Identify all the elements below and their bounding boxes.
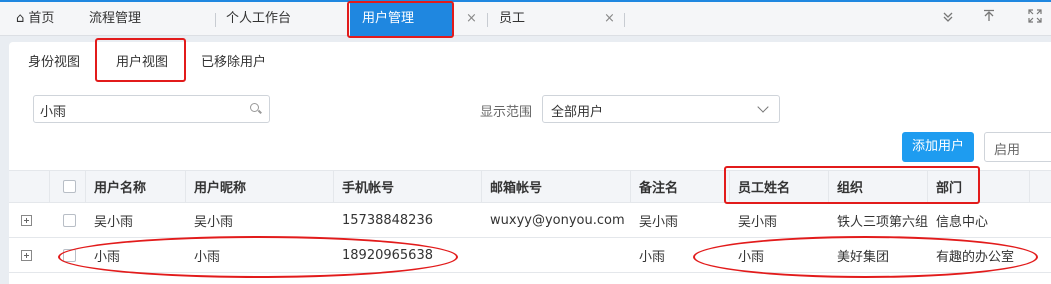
display-range-label: 显示范围 — [480, 105, 533, 120]
tab-personal-workbench[interactable]: 个人工作台 — [226, 2, 291, 36]
cell-nickname: 吴小雨 — [194, 214, 234, 230]
row-expand-cell — [9, 203, 50, 237]
column-header[interactable]: 手机帐号 — [334, 171, 482, 202]
add-user-button[interactable]: 添加用户 — [902, 132, 974, 162]
cell-user-name: 吴小雨 — [94, 214, 134, 230]
home-icon: ⌂ — [16, 11, 25, 26]
search-icon[interactable] — [250, 103, 259, 112]
tab-user-management-close[interactable]: × — [466, 2, 477, 36]
status-select[interactable]: 启用 — [984, 132, 1051, 162]
row-expand-cell — [9, 238, 50, 272]
column-header[interactable]: 用户昵称 — [186, 171, 334, 202]
column-header[interactable]: 用户名称 — [86, 171, 186, 202]
tab-employee-close[interactable]: × — [604, 2, 615, 36]
cell-department: 信息中心 — [936, 214, 989, 230]
search-input[interactable]: 小雨 — [33, 95, 270, 123]
tab-label: 流程管理 — [89, 11, 142, 26]
expand-icon[interactable] — [1024, 8, 1046, 30]
row-checkbox-cell — [50, 203, 86, 237]
cell-phone: 18920965638 — [342, 247, 433, 263]
cell-organization: 铁人三项第六组 — [837, 214, 928, 230]
cell-user-name: 小雨 — [94, 249, 121, 265]
tab-employee[interactable]: 员工 — [499, 2, 525, 36]
search-input-value: 小雨 — [40, 105, 67, 120]
close-icon: × — [604, 11, 615, 26]
cell-employee-name: 小雨 — [738, 249, 765, 265]
main-panel: 身份视图 用户视图 已移除用户 小雨 显示范围 全部用户 添加用户 启用 用户名… — [9, 42, 1051, 284]
row-checkbox-cell — [50, 238, 86, 272]
tab-divider — [215, 13, 216, 27]
cell-phone: 15738848236 — [342, 212, 433, 228]
tab-process-management[interactable]: 流程管理 — [89, 2, 141, 36]
cell-email: wuxyy@yonyou.com — [490, 212, 625, 228]
upload-icon[interactable] — [978, 8, 1000, 30]
tab-home[interactable]: ⌂ 首页 — [16, 2, 54, 36]
tab-divider — [487, 13, 488, 27]
cell-remark: 吴小雨 — [639, 214, 679, 230]
status-select-value: 启用 — [994, 143, 1021, 158]
tab-label: 用户管理 — [362, 11, 415, 26]
subtab-identity-view[interactable]: 身份视图 — [28, 51, 80, 70]
table-row[interactable]: 小雨 小雨 18920965638 小雨 小雨 美好集团 有趣的办公室 — [9, 238, 1051, 273]
close-icon: × — [466, 11, 477, 26]
cell-email — [482, 238, 631, 272]
display-range-value: 全部用户 — [551, 105, 604, 120]
top-tab-bar: ⌂ 首页 流程管理 个人工作台 用户管理 × 员工 × — [0, 0, 1051, 36]
header-checkbox-cell — [50, 171, 86, 202]
tab-user-management[interactable]: 用户管理 — [350, 2, 453, 36]
display-range-select[interactable]: 全部用户 — [542, 95, 780, 123]
tab-label: 员工 — [499, 11, 526, 26]
tab-home-label: 首页 — [28, 11, 55, 26]
tab-label: 个人工作台 — [226, 11, 292, 26]
cell-department: 有趣的办公室 — [936, 249, 1015, 265]
column-header[interactable]: 组织 — [829, 171, 928, 202]
expand-row-icon[interactable] — [21, 249, 32, 261]
cell-organization: 美好集团 — [837, 249, 890, 265]
chevron-down-icon — [757, 101, 769, 113]
column-header[interactable]: 部门 — [928, 171, 1030, 202]
cell-remark: 小雨 — [639, 249, 666, 265]
column-header[interactable]: 邮箱帐号 — [482, 171, 631, 202]
select-all-checkbox[interactable] — [63, 180, 76, 193]
table-header: 用户名称 用户昵称 手机帐号 邮箱帐号 备注名 员工姓名 组织 部门 — [9, 170, 1051, 203]
row-checkbox[interactable] — [63, 213, 76, 227]
table-row[interactable]: 吴小雨 吴小雨 15738848236 wuxyy@yonyou.com 吴小雨… — [9, 203, 1051, 238]
cell-employee-name: 吴小雨 — [738, 214, 778, 230]
column-header[interactable]: 员工姓名 — [730, 171, 829, 202]
subtab-removed-users[interactable]: 已移除用户 — [201, 51, 266, 70]
expand-row-icon[interactable] — [21, 214, 32, 226]
subtab-user-view[interactable]: 用户视图 — [116, 51, 168, 70]
row-checkbox[interactable] — [63, 248, 76, 262]
tab-divider — [624, 13, 625, 27]
cell-nickname: 小雨 — [194, 249, 221, 265]
header-expand-cell — [9, 171, 50, 202]
column-header[interactable]: 备注名 — [631, 171, 730, 202]
chevron-double-down-icon[interactable] — [937, 8, 959, 30]
